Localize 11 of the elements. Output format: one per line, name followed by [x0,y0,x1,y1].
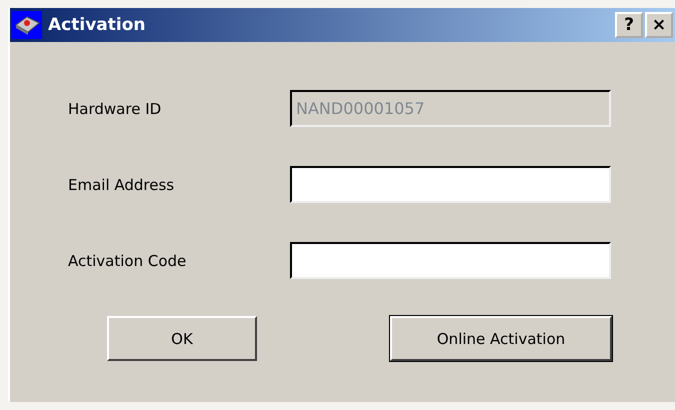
field-label: Activation Code [68,252,188,270]
app-icon [12,11,42,39]
input-field[interactable] [290,166,611,203]
input-field[interactable] [290,242,611,279]
window-title: Activation [48,15,146,35]
close-button[interactable]: × [645,12,673,38]
field-label: Hardware ID [68,100,162,118]
field-label: Email Address [68,176,176,194]
ok-button[interactable]: OK [107,316,257,361]
help-button[interactable]: ? [615,12,643,38]
online-activation-button[interactable]: Online Activation [390,316,612,361]
